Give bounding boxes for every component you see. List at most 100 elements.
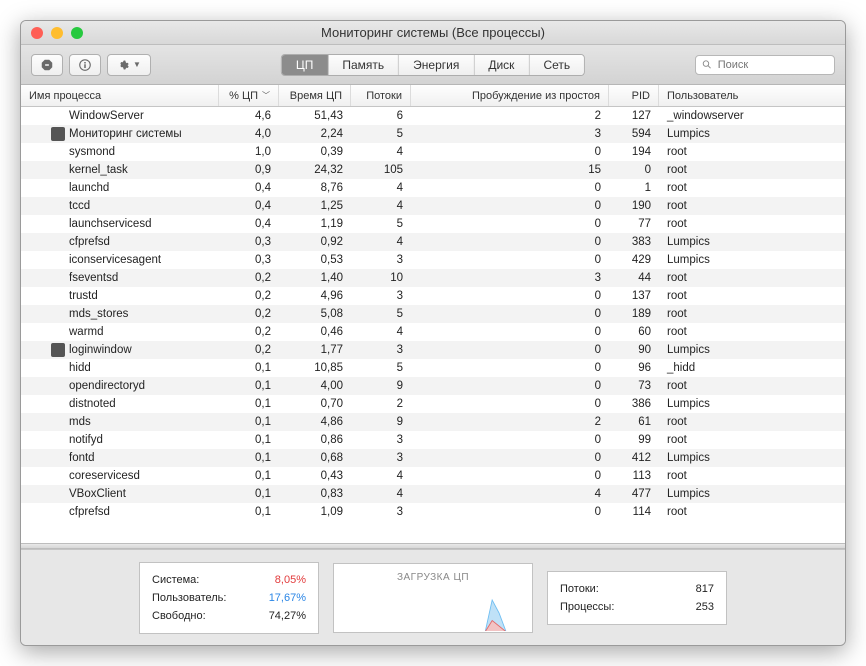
search-input[interactable] — [716, 58, 828, 72]
cell-process-name: VBoxClient — [21, 487, 219, 501]
cell-cpu: 0,1 — [219, 452, 279, 464]
table-row[interactable]: notifyd0,10,863099root — [21, 431, 845, 449]
cell-user: root — [659, 200, 845, 212]
col-idle-wakeups[interactable]: Пробуждение из простоя — [411, 85, 609, 106]
table-row[interactable]: cfprefsd0,11,0930114root — [21, 503, 845, 521]
col-user[interactable]: Пользователь — [659, 85, 831, 106]
cell-user: root — [659, 380, 845, 392]
tab-bar: ЦП Память Энергия Диск Сеть — [281, 54, 585, 76]
table-row[interactable]: distnoted0,10,7020386Lumpics — [21, 395, 845, 413]
titlebar: Мониторинг системы (Все процессы) — [21, 21, 845, 45]
toolbar: ▼ ЦП Память Энергия Диск Сеть — [21, 45, 845, 85]
table-row[interactable]: VBoxClient0,10,8344477Lumpics — [21, 485, 845, 503]
table-row[interactable]: mds_stores0,25,0850189root — [21, 305, 845, 323]
cell-pid: 96 — [609, 362, 659, 374]
table-row[interactable]: tccd0,41,2540190root — [21, 197, 845, 215]
table-row[interactable]: Мониторинг системы4,02,2453594Lumpics — [21, 125, 845, 143]
col-pid[interactable]: PID — [609, 85, 659, 106]
table-row[interactable]: mds0,14,869261root — [21, 413, 845, 431]
cell-threads: 5 — [351, 308, 411, 320]
table-row[interactable]: fseventsd0,21,4010344root — [21, 269, 845, 287]
cell-wakeups: 0 — [411, 434, 609, 446]
cell-time: 1,77 — [279, 344, 351, 356]
cell-threads: 4 — [351, 146, 411, 158]
cell-pid: 0 — [609, 164, 659, 176]
process-icon — [51, 127, 65, 141]
free-label: Свободно: — [152, 607, 206, 625]
table-row[interactable]: warmd0,20,464060root — [21, 323, 845, 341]
cell-process-name: fontd — [21, 451, 219, 465]
table-row[interactable]: coreservicesd0,10,4340113root — [21, 467, 845, 485]
cell-process-name: opendirectoryd — [21, 379, 219, 393]
cell-process-name: hidd — [21, 361, 219, 375]
options-menu-button[interactable]: ▼ — [107, 54, 151, 76]
table-row[interactable]: fontd0,10,6830412Lumpics — [21, 449, 845, 467]
cell-threads: 5 — [351, 362, 411, 374]
threads-value: 817 — [696, 580, 714, 598]
cell-pid: 386 — [609, 398, 659, 410]
cell-cpu: 0,2 — [219, 272, 279, 284]
cell-process-name: launchd — [21, 181, 219, 195]
table-row[interactable]: sysmond1,00,3940194root — [21, 143, 845, 161]
table-row[interactable]: launchd0,48,76401root — [21, 179, 845, 197]
cell-process-name: sysmond — [21, 145, 219, 159]
search-field[interactable] — [695, 55, 835, 75]
cell-user: Lumpics — [659, 236, 845, 248]
tab-network[interactable]: Сеть — [529, 55, 584, 75]
cell-wakeups: 0 — [411, 380, 609, 392]
process-table-body[interactable]: WindowServer4,651,4362127_windowserverМо… — [21, 107, 845, 543]
cell-wakeups: 0 — [411, 326, 609, 338]
table-row[interactable]: cfprefsd0,30,9240383Lumpics — [21, 233, 845, 251]
table-row[interactable]: iconservicesagent0,30,5330429Lumpics — [21, 251, 845, 269]
cell-process-name: fseventsd — [21, 271, 219, 285]
cell-wakeups: 2 — [411, 416, 609, 428]
cell-wakeups: 3 — [411, 272, 609, 284]
footer: Система:8,05% Пользователь:17,67% Свобод… — [21, 549, 845, 645]
cell-pid: 77 — [609, 218, 659, 230]
cell-pid: 99 — [609, 434, 659, 446]
col-threads[interactable]: Потоки — [351, 85, 411, 106]
user-value: 17,67% — [269, 589, 306, 607]
table-header: Имя процесса % ЦП﹀ Время ЦП Потоки Пробу… — [21, 85, 845, 107]
stop-process-button[interactable] — [31, 54, 63, 76]
cell-time: 4,96 — [279, 290, 351, 302]
table-row[interactable]: hidd0,110,855096_hidd — [21, 359, 845, 377]
cell-time: 0,39 — [279, 146, 351, 158]
table-row[interactable]: opendirectoryd0,14,009073root — [21, 377, 845, 395]
tab-disk[interactable]: Диск — [474, 55, 529, 75]
cell-process-name: loginwindow — [21, 343, 219, 357]
col-cpu-percent[interactable]: % ЦП﹀ — [219, 85, 279, 106]
tab-memory[interactable]: Память — [328, 55, 399, 75]
cell-wakeups: 0 — [411, 182, 609, 194]
cell-wakeups: 4 — [411, 488, 609, 500]
cell-process-name: notifyd — [21, 433, 219, 447]
cell-process-name: mds_stores — [21, 307, 219, 321]
table-row[interactable]: trustd0,24,9630137root — [21, 287, 845, 305]
cell-threads: 3 — [351, 506, 411, 518]
table-row[interactable]: WindowServer4,651,4362127_windowserver — [21, 107, 845, 125]
table-row[interactable]: kernel_task0,924,32105150root — [21, 161, 845, 179]
cell-threads: 6 — [351, 110, 411, 122]
cell-cpu: 0,1 — [219, 362, 279, 374]
cell-cpu: 0,1 — [219, 398, 279, 410]
col-process-name[interactable]: Имя процесса — [21, 85, 219, 106]
cell-wakeups: 0 — [411, 452, 609, 464]
cell-pid: 113 — [609, 470, 659, 482]
tab-cpu[interactable]: ЦП — [282, 55, 329, 75]
cell-threads: 4 — [351, 470, 411, 482]
cell-user: root — [659, 218, 845, 230]
cell-threads: 3 — [351, 254, 411, 266]
info-button[interactable] — [69, 54, 101, 76]
cell-process-name: trustd — [21, 289, 219, 303]
cell-cpu: 0,2 — [219, 326, 279, 338]
cell-user: _hidd — [659, 362, 845, 374]
cell-time: 51,43 — [279, 110, 351, 122]
tab-energy[interactable]: Энергия — [399, 55, 474, 75]
cell-cpu: 0,1 — [219, 434, 279, 446]
table-row[interactable]: loginwindow0,21,773090Lumpics — [21, 341, 845, 359]
col-cpu-time[interactable]: Время ЦП — [279, 85, 351, 106]
table-row[interactable]: launchservicesd0,41,195077root — [21, 215, 845, 233]
cell-time: 4,86 — [279, 416, 351, 428]
cell-process-name: Мониторинг системы — [21, 127, 219, 141]
cell-process-name: distnoted — [21, 397, 219, 411]
